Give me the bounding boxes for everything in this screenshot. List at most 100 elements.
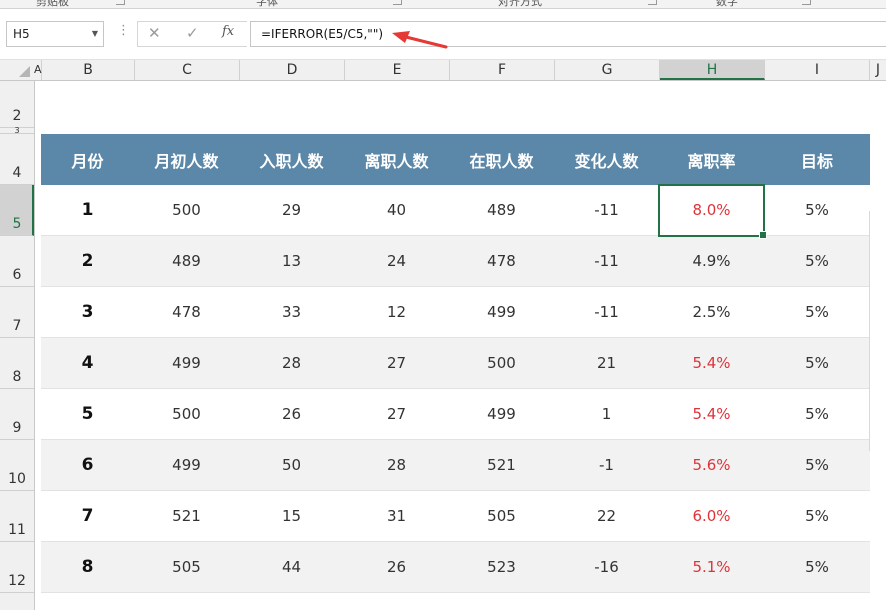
cell-current-count[interactable]: 521 — [449, 440, 554, 490]
cell-change-count[interactable]: -11 — [554, 236, 659, 286]
cell-left-count[interactable]: 27 — [344, 338, 449, 388]
row-header-12[interactable]: 12 — [0, 542, 34, 593]
worksheet-grid[interactable]: 月份 月初人数 入职人数 离职人数 在职人数 变化人数 离职率 目标 1 500 2… — [35, 81, 886, 610]
cell-target[interactable]: 5% — [764, 440, 870, 490]
enter-icon[interactable]: ✓ — [186, 24, 199, 42]
more-options-icon[interactable]: ⋮ — [117, 23, 130, 38]
cell-month[interactable]: 6 — [41, 440, 134, 490]
cell-target[interactable]: 5% — [764, 542, 870, 592]
cell-month[interactable]: 2 — [41, 236, 134, 286]
header-month[interactable]: 月份 — [41, 134, 134, 185]
cell-change-count[interactable]: -11 — [554, 287, 659, 337]
cell-start-count[interactable]: 478 — [134, 287, 239, 337]
row-header-5[interactable]: 5 — [0, 185, 34, 236]
column-header-g[interactable]: G — [555, 60, 660, 80]
cell-turnover-rate[interactable]: 6.0% — [659, 491, 764, 541]
cell-month[interactable]: 1 — [41, 185, 134, 235]
cell-start-count[interactable]: 500 — [134, 185, 239, 235]
font-launcher-icon[interactable] — [393, 0, 402, 5]
cell-hired-count[interactable]: 29 — [239, 185, 344, 235]
cell-target[interactable]: 5% — [764, 338, 870, 388]
column-header-a[interactable]: A — [34, 60, 42, 80]
cell-target[interactable]: 5% — [764, 236, 870, 286]
cell-month[interactable]: 5 — [41, 389, 134, 439]
row-header-9[interactable]: 9 — [0, 389, 34, 440]
row-header-10[interactable]: 10 — [0, 440, 34, 491]
cell-left-count[interactable]: 27 — [344, 389, 449, 439]
row-header-6[interactable]: 6 — [0, 236, 34, 287]
formula-input[interactable]: =IFERROR(E5/C5,"") — [250, 21, 886, 47]
cell-left-count[interactable]: 26 — [344, 542, 449, 592]
cell-month[interactable]: 4 — [41, 338, 134, 388]
header-hired-count[interactable]: 入职人数 — [239, 134, 344, 185]
cell-turnover-rate[interactable]: 4.9% — [659, 236, 764, 286]
column-header-d[interactable]: D — [240, 60, 345, 80]
cell-month[interactable]: 8 — [41, 542, 134, 592]
cell-current-count[interactable]: 505 — [449, 491, 554, 541]
cell-left-count[interactable]: 12 — [344, 287, 449, 337]
cell-change-count[interactable]: 1 — [554, 389, 659, 439]
cell-change-count[interactable]: 22 — [554, 491, 659, 541]
row-header-2[interactable]: 2 — [0, 81, 34, 128]
cell-current-count[interactable]: 500 — [449, 338, 554, 388]
cancel-icon[interactable]: ✕ — [148, 24, 161, 42]
cell-hired-count[interactable]: 44 — [239, 542, 344, 592]
header-change-count[interactable]: 变化人数 — [554, 134, 659, 185]
column-header-h[interactable]: H — [660, 60, 765, 80]
header-start-count[interactable]: 月初人数 — [134, 134, 239, 185]
cell-turnover-rate[interactable]: 5.4% — [659, 389, 764, 439]
number-launcher-icon[interactable] — [802, 0, 811, 5]
cell-current-count[interactable]: 478 — [449, 236, 554, 286]
cell-hired-count[interactable]: 26 — [239, 389, 344, 439]
column-header-e[interactable]: E — [345, 60, 450, 80]
cell-target[interactable]: 5% — [764, 491, 870, 541]
alignment-launcher-icon[interactable] — [648, 0, 657, 5]
cell-start-count[interactable]: 499 — [134, 338, 239, 388]
cell-hired-count[interactable]: 28 — [239, 338, 344, 388]
cell-current-count[interactable]: 499 — [449, 287, 554, 337]
clipboard-launcher-icon[interactable] — [116, 0, 125, 5]
column-header-c[interactable]: C — [135, 60, 240, 80]
cell-left-count[interactable]: 24 — [344, 236, 449, 286]
cell-start-count[interactable]: 500 — [134, 389, 239, 439]
cell-change-count[interactable]: -1 — [554, 440, 659, 490]
cell-change-count[interactable]: -11 — [554, 185, 659, 235]
cell-hired-count[interactable]: 13 — [239, 236, 344, 286]
cell-month[interactable]: 7 — [41, 491, 134, 541]
column-header-f[interactable]: F — [450, 60, 555, 80]
name-box[interactable]: H5 ▼ — [6, 21, 104, 47]
cell-start-count[interactable]: 521 — [134, 491, 239, 541]
cell-turnover-rate[interactable]: 5.4% — [659, 338, 764, 388]
row-header-4[interactable]: 4 — [0, 134, 34, 185]
header-current-count[interactable]: 在职人数 — [449, 134, 554, 185]
cell-start-count[interactable]: 489 — [134, 236, 239, 286]
cell-turnover-rate[interactable]: 8.0% — [659, 185, 764, 235]
cell-target[interactable]: 5% — [764, 185, 870, 235]
cell-target[interactable]: 5% — [764, 287, 870, 337]
cell-change-count[interactable]: 21 — [554, 338, 659, 388]
cell-change-count[interactable]: -16 — [554, 542, 659, 592]
cell-hired-count[interactable]: 50 — [239, 440, 344, 490]
cell-start-count[interactable]: 499 — [134, 440, 239, 490]
cell-turnover-rate[interactable]: 5.6% — [659, 440, 764, 490]
cell-turnover-rate[interactable]: 5.1% — [659, 542, 764, 592]
cell-month[interactable]: 3 — [41, 287, 134, 337]
header-left-count[interactable]: 离职人数 — [344, 134, 449, 185]
column-header-j[interactable]: J — [870, 60, 886, 80]
column-header-i[interactable]: I — [765, 60, 870, 80]
row-header-11[interactable]: 11 — [0, 491, 34, 542]
header-target[interactable]: 目标 — [764, 134, 870, 185]
cell-hired-count[interactable]: 33 — [239, 287, 344, 337]
cell-turnover-rate[interactable]: 2.5% — [659, 287, 764, 337]
cell-left-count[interactable]: 31 — [344, 491, 449, 541]
chevron-down-icon[interactable]: ▼ — [92, 22, 98, 46]
cell-left-count[interactable]: 40 — [344, 185, 449, 235]
select-all-button[interactable] — [0, 60, 34, 80]
cell-target[interactable]: 5% — [764, 389, 870, 439]
cell-hired-count[interactable]: 15 — [239, 491, 344, 541]
cell-start-count[interactable]: 505 — [134, 542, 239, 592]
row-header-7[interactable]: 7 — [0, 287, 34, 338]
row-header-8[interactable]: 8 — [0, 338, 34, 389]
cell-left-count[interactable]: 28 — [344, 440, 449, 490]
function-icon[interactable]: fx — [222, 24, 234, 39]
